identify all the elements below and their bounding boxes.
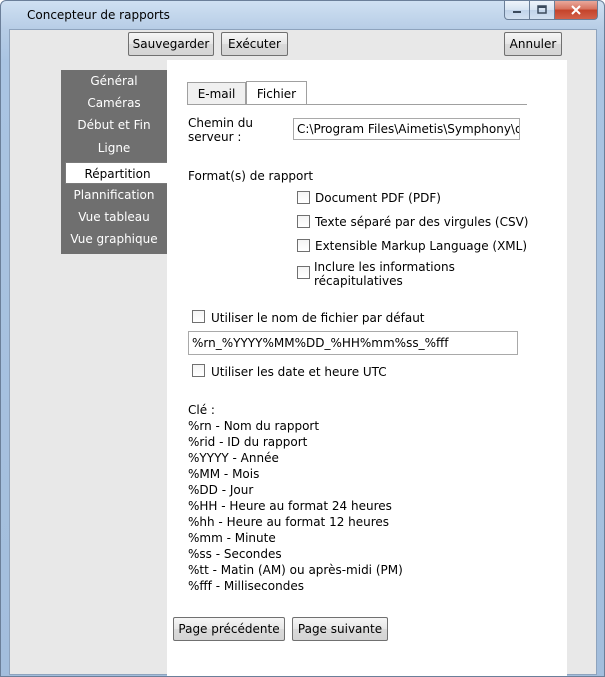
default-filename-checkbox[interactable]	[192, 310, 205, 323]
maximize-icon	[537, 5, 547, 14]
window-title: Concepteur de rapports	[27, 8, 170, 22]
key-entry: %hh - Heure au format 12 heures	[188, 515, 390, 529]
tab-email[interactable]: E-mail	[187, 82, 246, 104]
pdf-checkbox[interactable]	[297, 191, 310, 204]
server-path-input[interactable]: C:\Program Files\Aimetis\Symphony\d	[293, 118, 520, 140]
key-legend: Clé : %rn - Nom du rapport %rid - ID du …	[188, 402, 403, 594]
report-formats-label: Format(s) de rapport	[188, 169, 314, 183]
key-entry: %MM - Mois	[188, 467, 260, 481]
run-button[interactable]: Exécuter	[221, 32, 288, 56]
key-entry: %ss - Secondes	[188, 547, 282, 561]
maximize-button[interactable]	[530, 1, 555, 20]
close-icon	[571, 5, 581, 15]
key-entry: %HH - Heure au format 24 heures	[188, 499, 392, 513]
xml-checkbox-label: Extensible Markup Language (XML)	[315, 239, 528, 253]
cancel-button[interactable]: Annuler	[504, 32, 562, 56]
filename-pattern-input[interactable]: %rn_%YYYY%MM%DD_%HH%mm%ss_%fff	[188, 331, 518, 355]
report-designer-window: Concepteur de rapports Sauvegarder Exécu…	[0, 0, 605, 677]
sidebar-nav: Général Caméras Début et Fin Ligne Répar…	[61, 70, 169, 254]
utc-label: Utiliser les date et heure UTC	[211, 365, 387, 379]
sidebar-item-line[interactable]: Ligne	[61, 137, 167, 159]
tab-divider	[187, 104, 527, 105]
utc-checkbox[interactable]	[192, 364, 205, 377]
sidebar-item-scheduling[interactable]: Plannification	[61, 184, 167, 206]
default-filename-label: Utiliser le nom de fichier par défaut	[211, 311, 425, 325]
sidebar-item-start-end[interactable]: Début et Fin	[61, 114, 167, 136]
csv-checkbox-label: Texte séparé par des virgules (CSV)	[315, 215, 529, 229]
sidebar-item-chart-view[interactable]: Vue graphique	[61, 228, 167, 250]
client-area: Sauvegarder Exécuter Annuler Général Cam…	[9, 29, 597, 676]
next-page-button[interactable]: Page suivante	[292, 617, 388, 641]
key-entry: %YYYY - Année	[188, 451, 279, 465]
key-entry: %DD - Jour	[188, 483, 254, 497]
key-entry: %rn - Nom du rapport	[188, 419, 320, 433]
close-button[interactable]	[555, 1, 598, 20]
include-summary-label: Inclure les informations récapitulatives	[314, 260, 455, 288]
sidebar-item-table-view[interactable]: Vue tableau	[61, 206, 167, 228]
pdf-checkbox-label: Document PDF (PDF)	[315, 191, 441, 205]
csv-checkbox[interactable]	[297, 215, 310, 228]
key-entry: %fff - Millisecondes	[188, 579, 304, 593]
tab-file[interactable]: Fichier	[246, 81, 307, 105]
server-path-label: Chemin du serveur :	[188, 116, 254, 144]
sidebar-item-cameras[interactable]: Caméras	[61, 92, 167, 114]
key-entry: %tt - Matin (AM) ou après-midi (PM)	[188, 563, 403, 577]
xml-checkbox[interactable]	[297, 239, 310, 252]
title-bar[interactable]: Concepteur de rapports	[1, 1, 604, 29]
sidebar-item-general[interactable]: Général	[61, 70, 167, 92]
window-controls	[504, 1, 598, 21]
key-entry: %rid - ID du rapport	[188, 435, 308, 449]
key-title: Clé :	[188, 403, 215, 417]
include-summary-checkbox[interactable]	[297, 266, 310, 279]
settings-panel: E-mail Fichier Chemin du serveur : C:\Pr…	[167, 60, 567, 676]
minimize-icon	[513, 11, 521, 13]
minimize-button[interactable]	[504, 1, 530, 20]
previous-page-button[interactable]: Page précédente	[173, 617, 285, 641]
key-entry: %mm - Minute	[188, 531, 276, 545]
save-button[interactable]: Sauvegarder	[128, 32, 214, 56]
sidebar-item-distribution[interactable]: Répartition	[65, 162, 169, 184]
